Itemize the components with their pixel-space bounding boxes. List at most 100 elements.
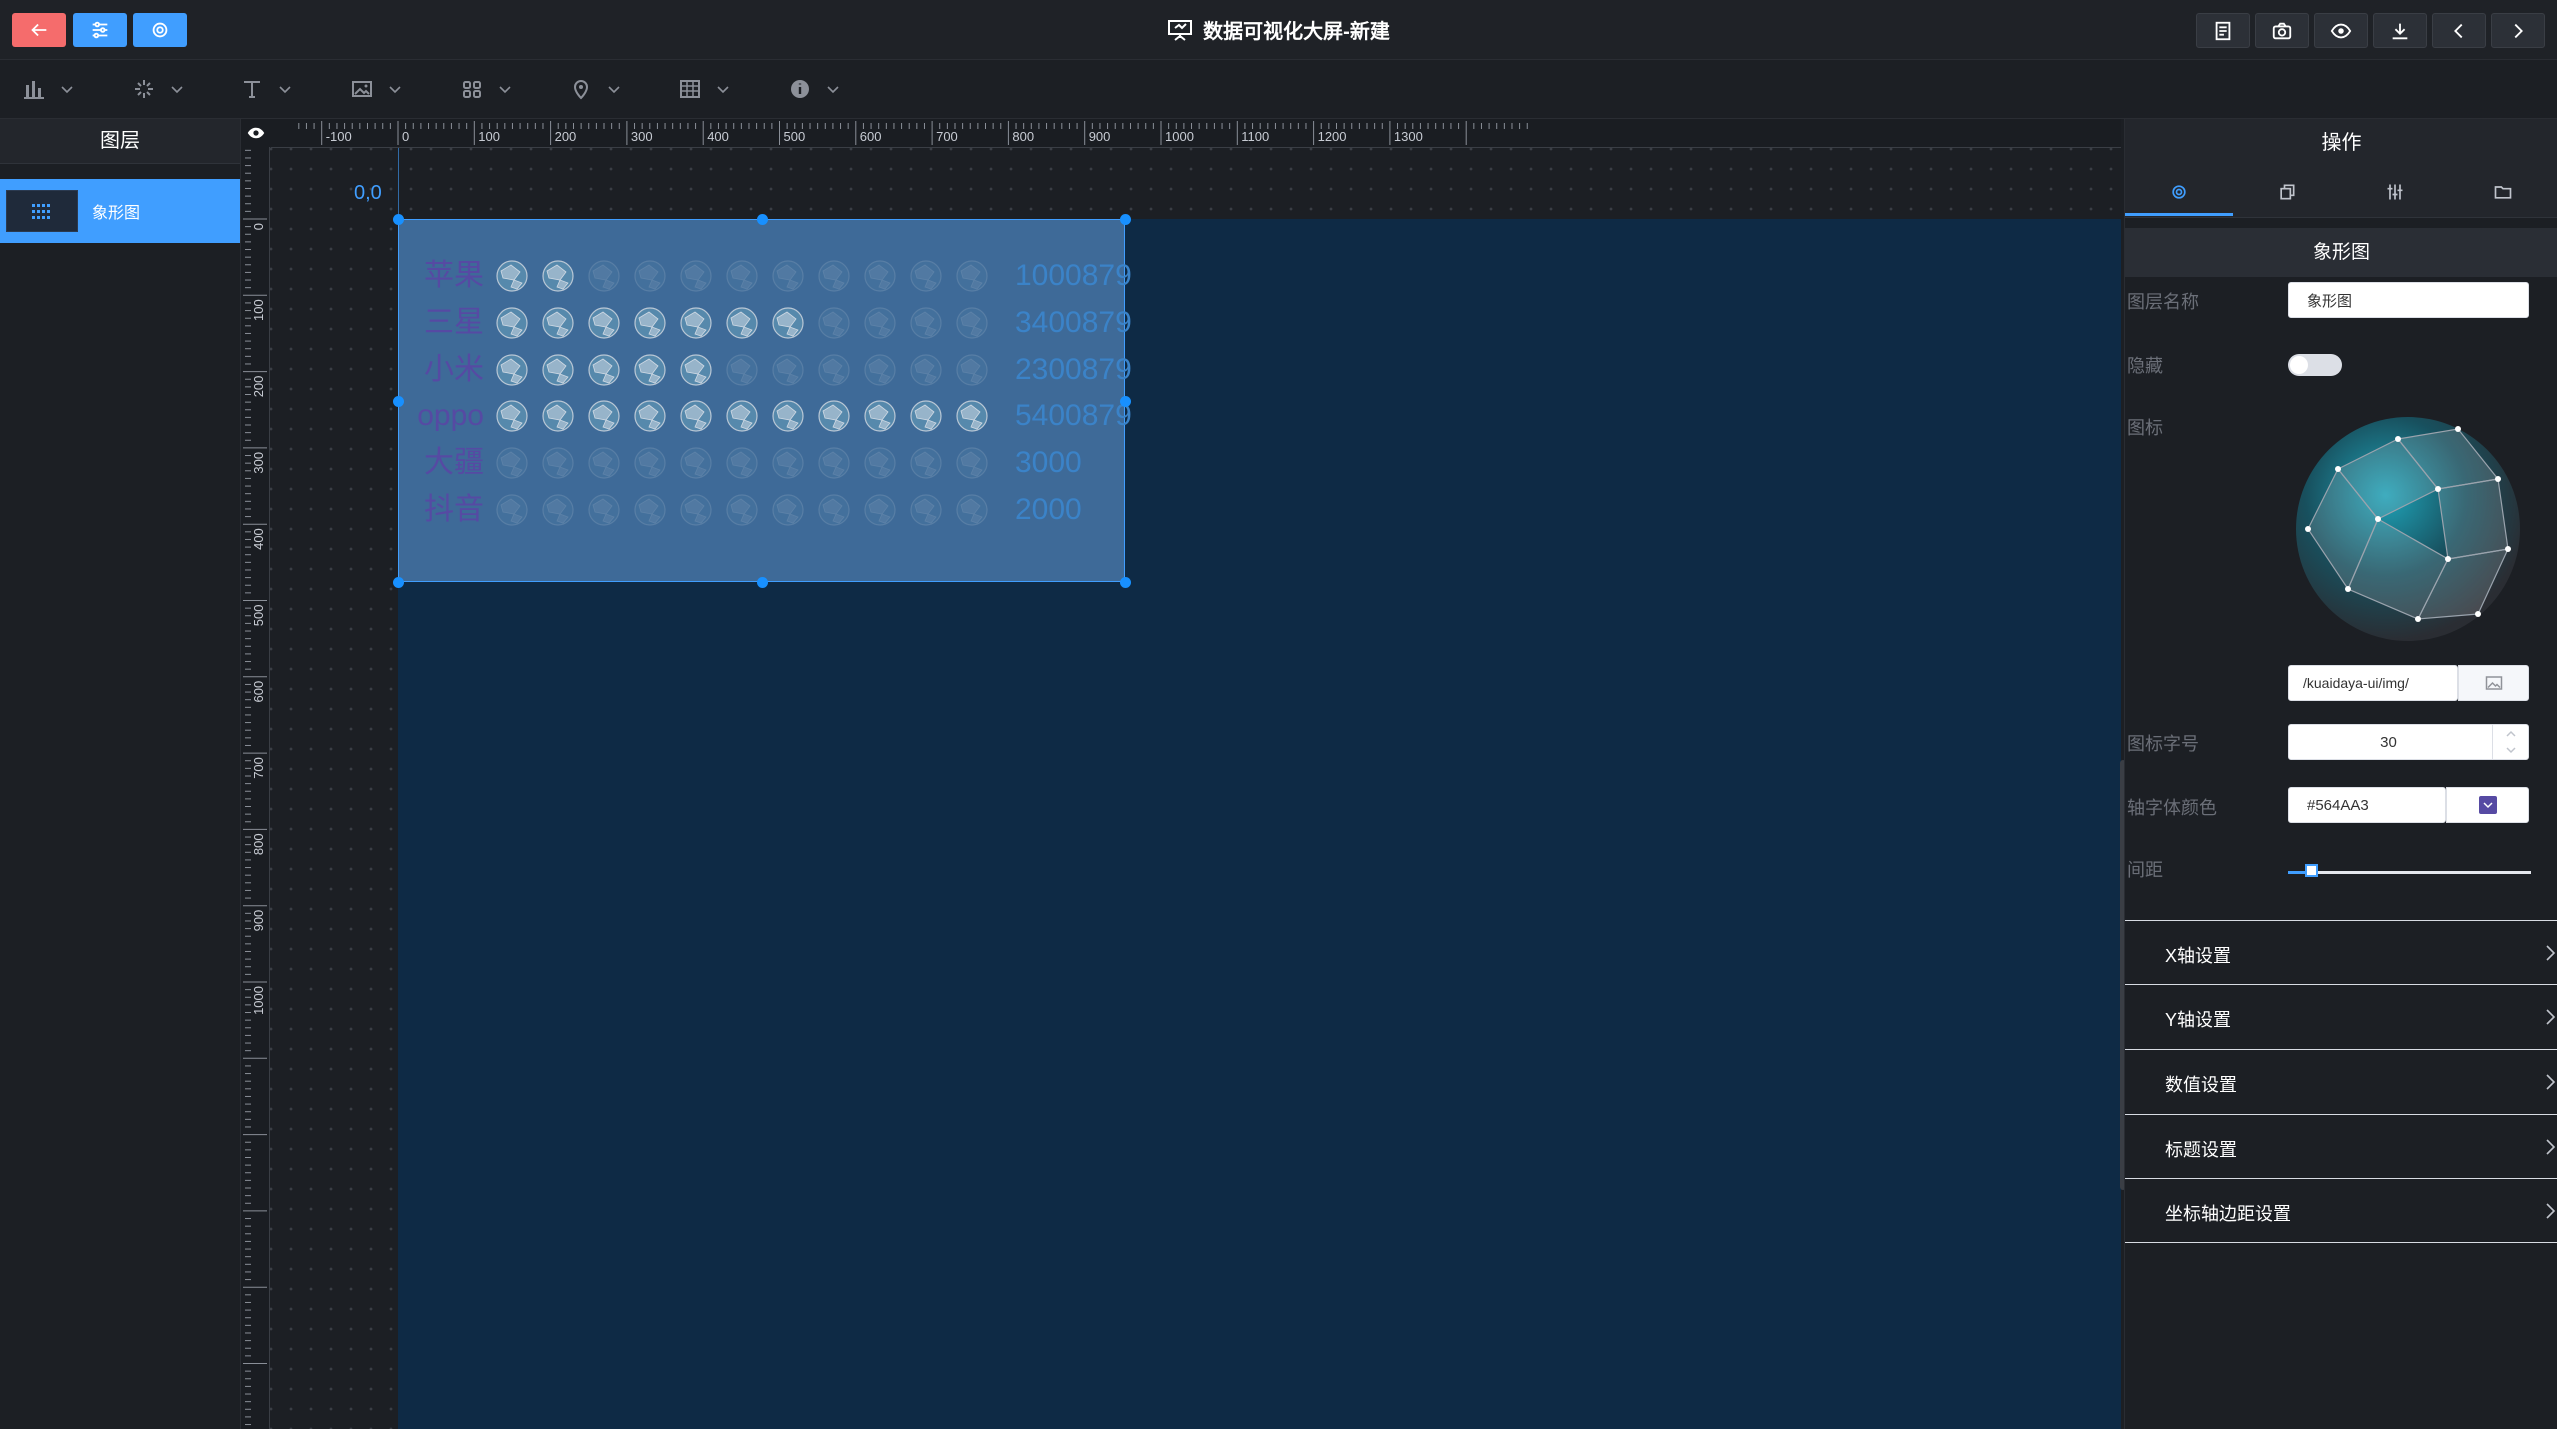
axis-font-color-input[interactable]: #564AA3 bbox=[2288, 787, 2446, 823]
download-icon bbox=[2392, 23, 2408, 39]
ruler-v-label: 500 bbox=[251, 605, 266, 627]
camera-icon bbox=[2272, 22, 2292, 39]
resize-handle[interactable] bbox=[1120, 214, 1131, 225]
chart-value-label: 3400879 bbox=[1015, 305, 1132, 339]
globe-icon-preview[interactable] bbox=[2288, 409, 2528, 649]
spacing-slider-track[interactable] bbox=[2288, 871, 2531, 874]
globe-icon bbox=[956, 494, 988, 526]
chart-icon-bar bbox=[495, 446, 989, 480]
number-stepper[interactable] bbox=[2492, 725, 2529, 759]
resize-handle[interactable] bbox=[756, 214, 768, 225]
ruler-h-label: 500 bbox=[784, 129, 806, 144]
tab-config[interactable] bbox=[2125, 167, 2233, 217]
bar-chart-icon bbox=[24, 81, 44, 99]
ruler-h-label: -100 bbox=[326, 129, 352, 144]
ruler-h-label: 1100 bbox=[1241, 129, 1269, 144]
redo-button[interactable] bbox=[2491, 13, 2545, 48]
widget-tool[interactable] bbox=[460, 75, 512, 103]
screenshot-button[interactable] bbox=[2255, 13, 2309, 48]
presentation-icon bbox=[1167, 18, 1193, 48]
globe-icon bbox=[634, 400, 666, 432]
preview-button[interactable] bbox=[2314, 13, 2368, 48]
chart-row: 苹果 1000879 bbox=[399, 256, 1132, 296]
vertical-ruler: 0 100 200 300 400 500 600 700 800 900 1000 bbox=[241, 147, 270, 1429]
ruler-h-label: 300 bbox=[631, 129, 653, 144]
ruler-h-label: 1200 bbox=[1318, 129, 1347, 144]
globe-icon bbox=[818, 307, 850, 339]
pictorial-chart-icon bbox=[6, 190, 78, 232]
table-icon bbox=[680, 80, 700, 98]
ruler-h-label: 900 bbox=[1089, 129, 1111, 144]
chart-row: 小米 2300879 bbox=[399, 350, 1132, 390]
selected-component-pictorial-bar[interactable]: 苹果 1000879 三星 3400879 小米 2300879 oppo 54… bbox=[393, 214, 1132, 588]
layer-name-input[interactable]: 象形图 bbox=[2288, 282, 2529, 318]
active-tab-indicator bbox=[2125, 213, 2233, 216]
grid-icon bbox=[463, 81, 481, 98]
globe-icon bbox=[956, 353, 988, 386]
resize-handle[interactable] bbox=[756, 577, 768, 588]
globe-icon bbox=[542, 307, 574, 339]
ruler-visibility-toggle[interactable] bbox=[241, 119, 271, 147]
tab-adjust[interactable] bbox=[2341, 167, 2449, 217]
globe-icon bbox=[956, 400, 988, 432]
chart-icon-bar bbox=[495, 493, 989, 527]
design-canvas[interactable]: 0,0 苹果 1000879 三星 3400879 小米 2300879 opp… bbox=[241, 119, 2121, 1429]
spacing-slider-handle[interactable] bbox=[2305, 864, 2318, 877]
collapsible-section[interactable]: 坐标轴边距设置 bbox=[2125, 1178, 2557, 1242]
globe-icon bbox=[726, 307, 758, 339]
tab-folder[interactable] bbox=[2449, 167, 2557, 217]
ruler-v-label: 100 bbox=[251, 299, 266, 321]
globe-icon bbox=[634, 447, 666, 479]
collapsible-section[interactable]: 数值设置 bbox=[2125, 1049, 2557, 1113]
globe-icon bbox=[910, 447, 942, 479]
color-picker[interactable] bbox=[2446, 787, 2529, 823]
globe-icon bbox=[772, 447, 804, 479]
icon-upload-button[interactable] bbox=[2458, 665, 2529, 701]
sparkle-icon bbox=[135, 80, 153, 98]
resize-handle[interactable] bbox=[1120, 395, 1131, 407]
sliders-icon bbox=[2387, 184, 2403, 200]
effect-tool[interactable] bbox=[132, 75, 184, 103]
chart-row: 大疆 3000 bbox=[399, 443, 1126, 483]
globe-icon bbox=[542, 400, 574, 432]
chart-tool[interactable] bbox=[22, 75, 74, 103]
table-tool[interactable] bbox=[678, 75, 730, 103]
globe-icon bbox=[542, 260, 574, 292]
map-tool[interactable] bbox=[569, 75, 621, 103]
chevron-right-icon bbox=[2546, 1139, 2556, 1155]
collapsible-section[interactable]: 标题设置 bbox=[2125, 1114, 2557, 1178]
resize-handle[interactable] bbox=[1120, 577, 1131, 588]
layer-item-pictorial[interactable]: 象形图 bbox=[0, 179, 240, 243]
divider bbox=[2125, 1242, 2557, 1243]
globe-icon bbox=[496, 447, 528, 479]
tab-copy[interactable] bbox=[2233, 167, 2341, 217]
ruler-v-label: 600 bbox=[251, 681, 266, 703]
image-tool[interactable] bbox=[350, 75, 402, 103]
globe-icon bbox=[910, 307, 942, 339]
chart-category-label: 大疆 bbox=[424, 446, 484, 480]
resize-handle[interactable] bbox=[393, 214, 404, 225]
chevron-up-icon bbox=[2506, 730, 2516, 737]
globe-icon bbox=[772, 307, 804, 339]
globe-icon bbox=[588, 494, 620, 526]
hidden-toggle[interactable] bbox=[2288, 354, 2342, 376]
notes-button[interactable] bbox=[2196, 13, 2250, 48]
resize-handle[interactable] bbox=[393, 395, 404, 407]
collapsible-section[interactable]: Y轴设置 bbox=[2125, 984, 2557, 1048]
globe-icon bbox=[496, 260, 528, 292]
chart-icon-bar bbox=[495, 306, 989, 340]
undo-button[interactable] bbox=[2432, 13, 2486, 48]
chevron-right-icon bbox=[2546, 1009, 2556, 1025]
ruler-v-label: 400 bbox=[251, 528, 266, 550]
ruler-v-label: 0 bbox=[251, 223, 266, 230]
document-icon bbox=[2215, 21, 2231, 40]
text-tool[interactable] bbox=[240, 75, 292, 103]
globe-icon bbox=[496, 494, 528, 526]
collapsible-section[interactable]: X轴设置 bbox=[2125, 920, 2557, 984]
icon-url-input[interactable]: /kuaidaya-ui/img/ bbox=[2288, 665, 2458, 701]
download-button[interactable] bbox=[2373, 13, 2427, 48]
resize-handle[interactable] bbox=[393, 577, 404, 588]
globe-icon bbox=[864, 400, 896, 432]
globe-icon bbox=[956, 260, 988, 292]
info-tool[interactable] bbox=[788, 75, 840, 103]
